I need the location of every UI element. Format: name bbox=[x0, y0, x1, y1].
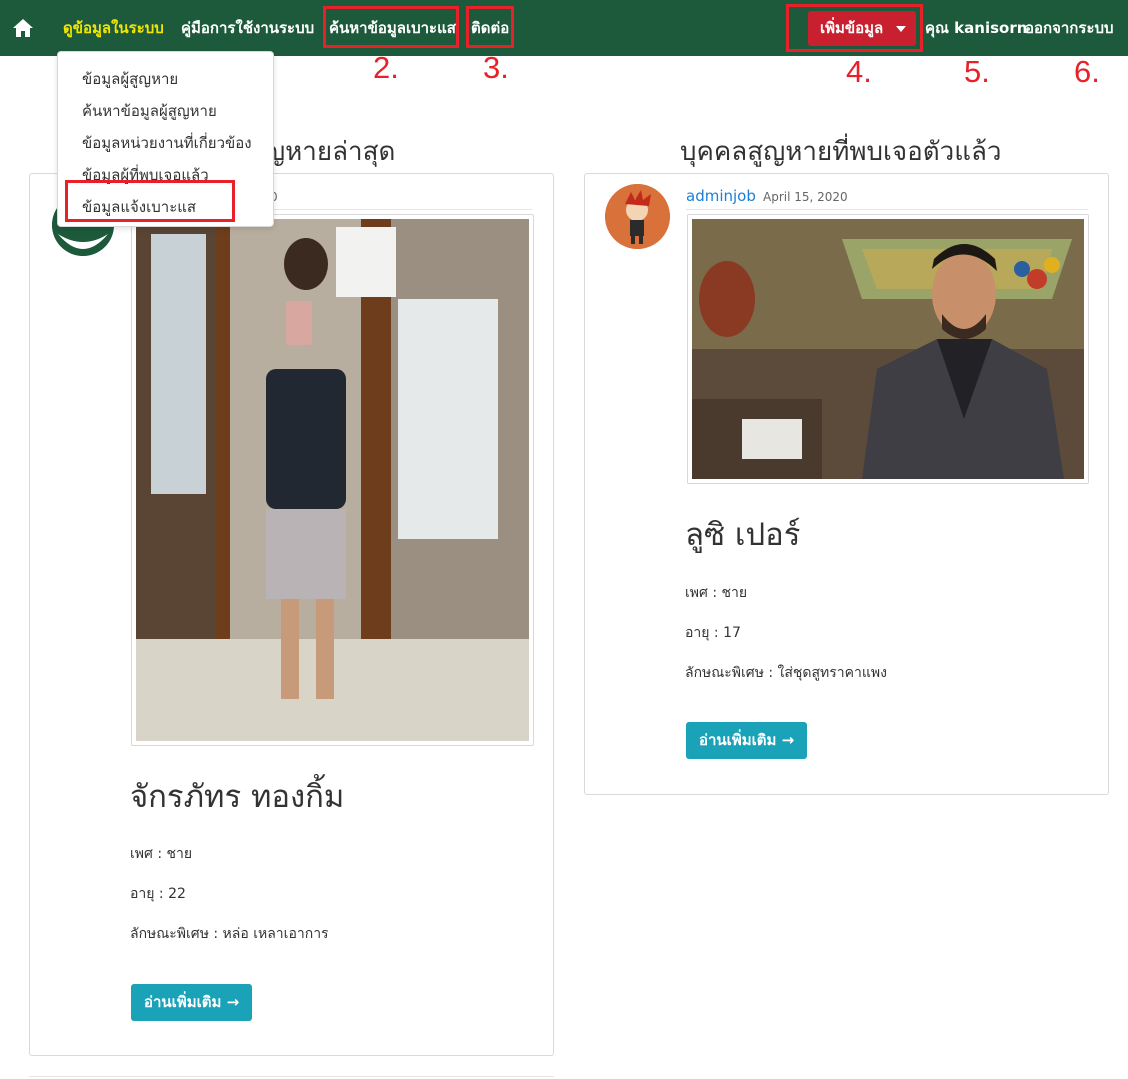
person-photo bbox=[131, 214, 534, 746]
found-person-card: adminjob April 15, 2020 ลูซิ เปอร์ เพศ:… bbox=[584, 173, 1109, 795]
nav-logout[interactable]: ออกจากระบบ bbox=[1025, 0, 1114, 56]
home-icon[interactable] bbox=[12, 18, 34, 38]
post-author[interactable]: adminjob bbox=[686, 187, 756, 205]
dropdown-item-agencies[interactable]: ข้อมูลหน่วยงานที่เกี่ยวข้อง bbox=[82, 131, 252, 155]
person-age: อายุ : 17 bbox=[685, 625, 741, 641]
read-more-button[interactable]: อ่านเพิ่มเติม → bbox=[131, 984, 253, 1021]
dropdown-item-missing[interactable]: ข้อมูลผู้สูญหาย bbox=[82, 67, 178, 91]
annotation-box-clues bbox=[65, 180, 235, 222]
post-date: April 15, 2020 bbox=[763, 190, 848, 204]
person-gender: เพศ : ชาย bbox=[130, 846, 193, 862]
person-photo bbox=[687, 214, 1089, 484]
found-persons-title: บุคคลสูญหายที่พบเจอตัวแล้ว bbox=[680, 137, 1002, 167]
annotation-box-search bbox=[323, 6, 459, 48]
annotation-3: 3. bbox=[483, 50, 509, 85]
person-features: ลักษณะพิเศษ : ใส่ชุดสูทราคาแพง bbox=[685, 665, 887, 681]
nav-view-data[interactable]: ดูข้อมูลในระบบ bbox=[63, 0, 164, 56]
divider bbox=[686, 209, 1088, 210]
person-name: ลูซิ เปอร์ bbox=[685, 517, 801, 553]
latest-missing-title: ญหายล่าสุด bbox=[263, 137, 396, 167]
avatar bbox=[605, 184, 670, 249]
person-age: อายุ : 22 bbox=[130, 886, 186, 902]
next-card-top bbox=[29, 1076, 554, 1077]
annotation-2: 2. bbox=[373, 50, 399, 85]
annotation-box-add bbox=[786, 4, 923, 52]
annotation-5: 5. bbox=[964, 54, 990, 89]
person-features: ลักษณะพิเศษ : หล่อ เหลาเอาการ bbox=[130, 926, 329, 942]
annotation-4: 4. bbox=[846, 54, 872, 89]
person-gender: เพศ : ชาย bbox=[685, 585, 748, 601]
dropdown-item-search-missing[interactable]: ค้นหาข้อมูลผู้สูญหาย bbox=[82, 99, 217, 123]
top-navbar: ดูข้อมูลในระบบ คู่มือการใช้งานระบบ ค้นหา… bbox=[0, 0, 1128, 56]
annotation-6: 6. bbox=[1074, 54, 1100, 89]
read-more-button[interactable]: อ่านเพิ่มเติม → bbox=[686, 722, 808, 759]
nav-user-manual[interactable]: คู่มือการใช้งานระบบ bbox=[181, 0, 314, 56]
annotation-box-contact bbox=[466, 6, 514, 48]
nav-user[interactable]: คุณ kanisorn bbox=[925, 0, 1027, 56]
person-name: จักรภัทร ทองกิ้ม bbox=[130, 779, 345, 815]
missing-person-card: 0 จักรภัทร ทองกิ้ม bbox=[29, 173, 554, 1056]
